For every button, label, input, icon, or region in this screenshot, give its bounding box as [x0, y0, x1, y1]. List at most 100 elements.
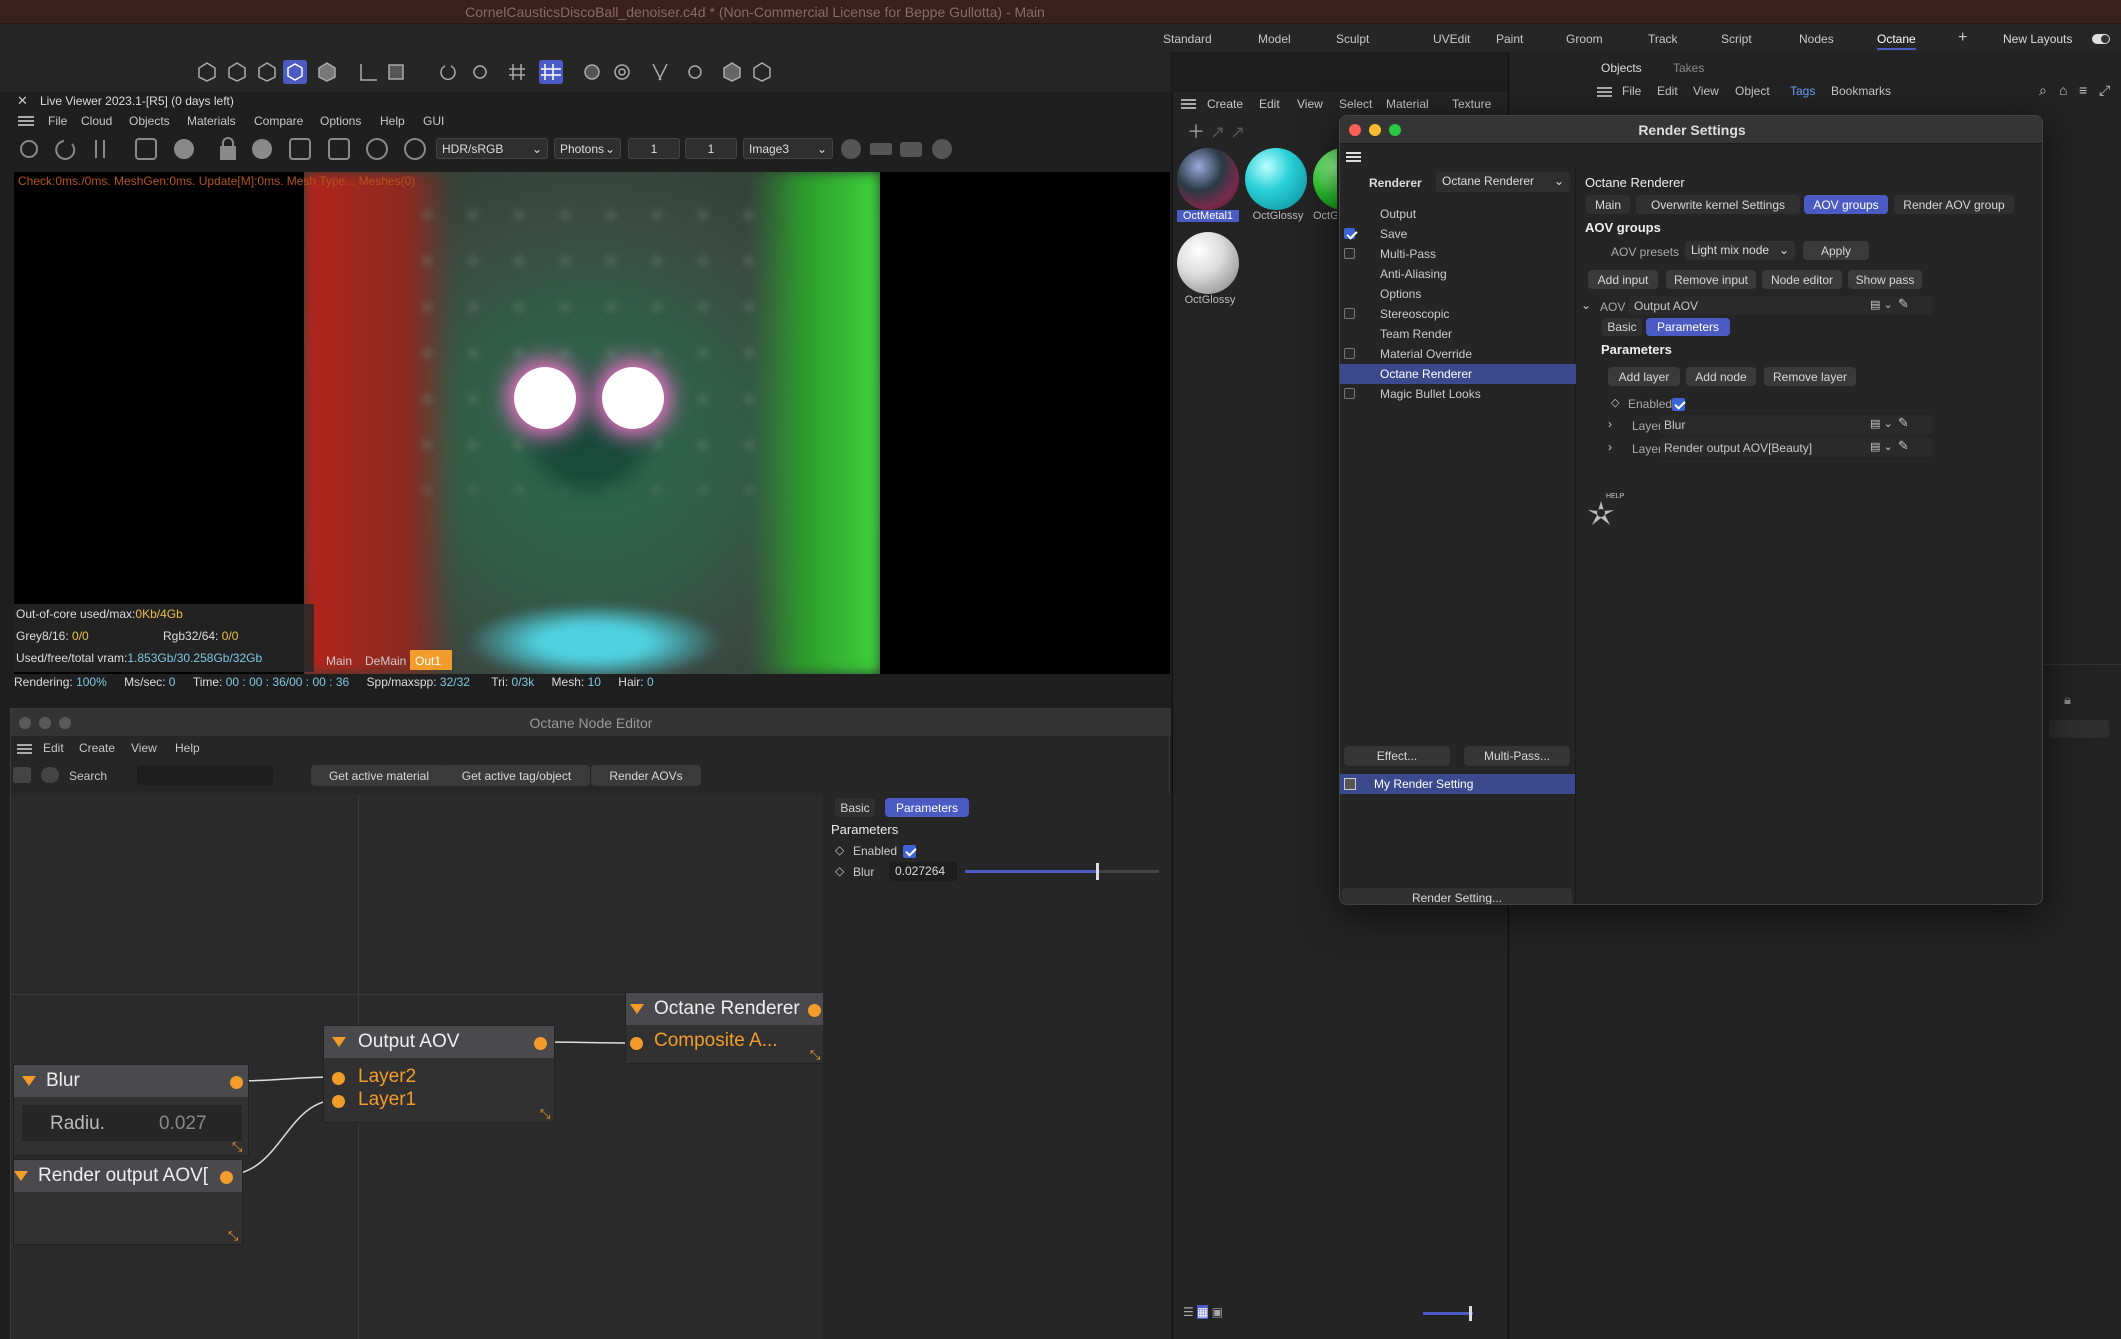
search-icon[interactable]	[41, 767, 59, 783]
field-2-input[interactable]: 1	[685, 138, 737, 159]
lv-menu-materials[interactable]: Materials	[187, 114, 236, 128]
diamond-icon[interactable]: ◇	[835, 843, 844, 857]
render-setting-button[interactable]: Render Setting...	[1342, 888, 1572, 904]
lv-menu-gui[interactable]: GUI	[423, 114, 444, 128]
lv-menu-compare[interactable]: Compare	[254, 114, 303, 128]
remove-layer-button[interactable]: Remove layer	[1764, 367, 1856, 386]
hamburger-icon[interactable]	[18, 116, 34, 126]
mat-menu-create[interactable]: Create	[1207, 97, 1243, 111]
settings-item-checkbox[interactable]	[1344, 308, 1355, 319]
settings-list-item[interactable]: Stereoscopic	[1340, 304, 1576, 324]
blur-value-field[interactable]: 0.027264	[889, 862, 957, 881]
ne-menu-view[interactable]: View	[131, 741, 157, 755]
enabled-checkbox[interactable]	[1672, 398, 1685, 411]
settings-list-item[interactable]: Output	[1340, 204, 1576, 224]
add-layout-button[interactable]: +	[1958, 29, 1967, 47]
layout-tab-octane[interactable]: Octane	[1877, 32, 1916, 50]
lock-icon[interactable]: 🔒︎	[2064, 692, 2071, 708]
tool-icon[interactable]	[13, 767, 31, 783]
material-octglossy-white[interactable]: OctGlossy	[1177, 232, 1243, 308]
obj-menu-edit[interactable]: Edit	[1657, 84, 1678, 98]
add-input-button[interactable]: Add input	[1588, 270, 1658, 289]
blur-slider-track[interactable]	[965, 870, 1159, 873]
lv-menu-help[interactable]: Help	[380, 114, 405, 128]
layout-tab-sculpt[interactable]: Sculpt	[1336, 32, 1369, 46]
lv-menu-cloud[interactable]: Cloud	[81, 114, 112, 128]
colorspace-dropdown[interactable]: HDR/sRGB ⌄	[436, 138, 548, 159]
render-aovs-button[interactable]: Render AOVs	[591, 765, 701, 786]
obj-menu-file[interactable]: File	[1622, 84, 1641, 98]
search-icon[interactable]: ⌕	[2039, 82, 2047, 99]
add-node-button[interactable]: Add node	[1686, 367, 1756, 386]
tab-aov-groups[interactable]: AOV groups	[1804, 195, 1888, 214]
node-octane-renderer[interactable]: Octane Renderer Composite A... ⤡	[625, 992, 825, 1064]
layout-tab-nodes[interactable]: Nodes	[1799, 32, 1834, 46]
settings-item-checkbox[interactable]	[1344, 228, 1355, 239]
settings-list-item[interactable]: Magic Bullet Looks	[1340, 384, 1576, 404]
layer2-input-port[interactable]	[332, 1072, 345, 1085]
lv-menu-options[interactable]: Options	[320, 114, 361, 128]
collapse-triangle-icon[interactable]	[332, 1037, 346, 1047]
node-blur[interactable]: Blur Radiu. 0.027 ⤡	[13, 1064, 249, 1156]
renderer-dropdown[interactable]: Octane Renderer ⌄	[1436, 172, 1570, 192]
node-octane-renderer-port[interactable]	[808, 1004, 821, 1017]
node-render-output-port[interactable]	[220, 1171, 233, 1184]
chevron-right-icon[interactable]: ›	[1608, 440, 1612, 454]
field-menu-icon[interactable]: ▤ ⌄	[1870, 417, 1893, 430]
settings-list-item[interactable]: Anti-Aliasing	[1340, 264, 1576, 284]
ne-menu-help[interactable]: Help	[175, 741, 200, 755]
material-view-buttons[interactable]: ☰ ▦ ▣	[1183, 1305, 1223, 1319]
ne-menu-edit[interactable]: Edit	[43, 741, 64, 755]
diamond-icon[interactable]: ◇	[1611, 396, 1619, 409]
tab-takes[interactable]: Takes	[1673, 61, 1704, 75]
settings-list-item[interactable]: Options	[1340, 284, 1576, 304]
remove-input-button[interactable]: Remove input	[1666, 270, 1756, 289]
filter-icon[interactable]: ≡	[2079, 82, 2087, 98]
settings-list-item[interactable]: Save	[1340, 224, 1576, 244]
settings-list-item[interactable]: Material Override	[1340, 344, 1576, 364]
mat-toolbar-icons[interactable]: ＋ ↗ ↗	[1187, 118, 1245, 144]
home-icon[interactable]: ⌂	[2059, 82, 2067, 98]
render-viewport[interactable]: Check:0ms./0ms. MeshGen:0ms. Update[M]:0…	[14, 172, 1170, 674]
get-active-tag-button[interactable]: Get active tag/object	[443, 765, 590, 786]
mat-menu-texture[interactable]: Texture	[1452, 97, 1491, 111]
apply-button[interactable]: Apply	[1803, 241, 1869, 260]
pencil-icon[interactable]: ✎	[1898, 296, 1909, 312]
hamburger-icon[interactable]	[1346, 152, 1361, 162]
diamond-icon[interactable]: ◇	[835, 864, 844, 878]
layout-tab-uvedit[interactable]: UVEdit	[1433, 32, 1470, 46]
viewer-tab-main[interactable]: Main	[326, 654, 352, 668]
node-blur-output-port[interactable]	[230, 1076, 243, 1089]
render-setting-item[interactable]: My Render Setting	[1340, 774, 1575, 794]
enabled-checkbox[interactable]	[903, 845, 916, 858]
field-menu-icon[interactable]: ▤ ⌄	[1870, 298, 1893, 311]
chevron-right-icon[interactable]: ›	[1608, 417, 1612, 431]
viewer-tab-demain[interactable]: DeMain	[365, 654, 406, 668]
layout-tab-track[interactable]: Track	[1648, 32, 1678, 46]
settings-list-item[interactable]: Multi-Pass	[1340, 244, 1576, 264]
lv-menu-file[interactable]: File	[48, 114, 67, 128]
close-icon[interactable]: ✕	[17, 93, 28, 109]
new-layouts-toggle[interactable]	[2092, 34, 2110, 44]
layout-tab-paint[interactable]: Paint	[1496, 32, 1523, 46]
expand-icon[interactable]: ⤢	[2099, 82, 2110, 99]
material-octg-green[interactable]: OctG	[1313, 148, 1337, 224]
settings-item-checkbox[interactable]	[1344, 388, 1355, 399]
layout-tab-groom[interactable]: Groom	[1566, 32, 1603, 46]
mat-menu-view[interactable]: View	[1297, 97, 1323, 111]
new-layouts-label[interactable]: New Layouts	[2003, 32, 2072, 46]
ne-menu-create[interactable]: Create	[79, 741, 115, 755]
layout-tab-model[interactable]: Model	[1258, 32, 1291, 46]
material-zoom-slider[interactable]	[1423, 1306, 1473, 1321]
settings-item-checkbox[interactable]	[1344, 348, 1355, 359]
resize-icon[interactable]: ⤡	[228, 1228, 238, 1244]
composite-input-port[interactable]	[630, 1037, 643, 1050]
resize-icon[interactable]: ⤡	[232, 1139, 242, 1155]
node-render-output[interactable]: Render output AOV[ ⤡	[13, 1159, 243, 1245]
resize-icon[interactable]: ⤡	[540, 1106, 550, 1122]
node-canvas[interactable]: Blur Radiu. 0.027 ⤡ Render output AOV[ ⤡…	[11, 794, 825, 1339]
material-octmetal1[interactable]: OctMetal1	[1177, 148, 1239, 224]
settings-item-checkbox[interactable]	[1344, 248, 1355, 259]
tab-basic[interactable]: Basic	[835, 798, 875, 817]
tab-main[interactable]: Main	[1586, 195, 1630, 214]
